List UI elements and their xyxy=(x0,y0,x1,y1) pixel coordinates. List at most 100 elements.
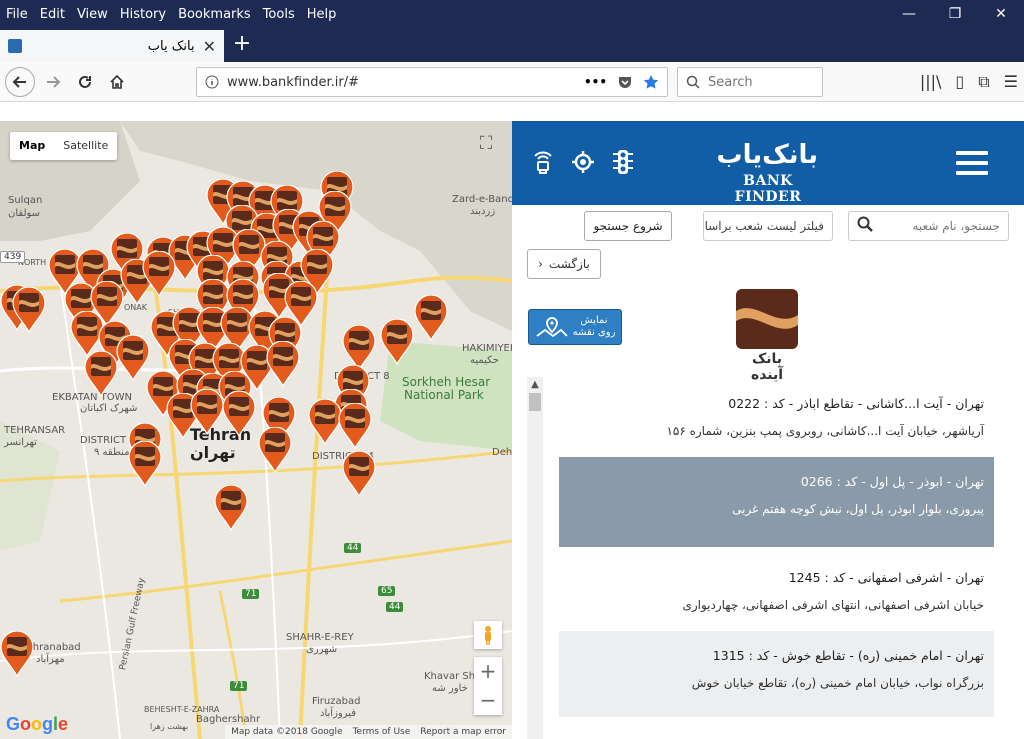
bank-marker-icon[interactable] xyxy=(258,427,292,473)
menu-tools[interactable]: Tools xyxy=(257,7,301,22)
search-input[interactable] xyxy=(708,74,808,90)
menu-history[interactable]: History xyxy=(114,7,172,22)
atm-icon[interactable] xyxy=(530,149,556,175)
minimize-button[interactable]: — xyxy=(886,0,932,28)
map-label-firuzabad: Firuzabad xyxy=(312,696,361,707)
tab-bar: بانک یاب ✕ + xyxy=(0,28,1024,62)
road-shield-71b: 71 xyxy=(230,681,248,691)
bank-marker-icon[interactable] xyxy=(0,631,34,677)
bookmark-star-icon[interactable] xyxy=(643,74,659,90)
bank-marker-icon[interactable] xyxy=(342,451,376,497)
back-to-list-button[interactable]: بازگشت ‹ xyxy=(527,249,601,279)
branch-search-field[interactable]: جستجو، نام شعبه xyxy=(848,211,1009,241)
result-item[interactable]: تهران - اشرفی اصفهانی - کد : 1245 خیابان… xyxy=(559,553,994,625)
menu-file[interactable]: File xyxy=(0,7,34,22)
filter-field[interactable]: فیلتر لیست شعب براساس xyxy=(703,211,833,241)
bank-marker-icon[interactable] xyxy=(414,295,448,341)
hamburger-menu-icon[interactable] xyxy=(956,151,988,175)
map-pane[interactable]: Sulqan سولقان Zard-e-Band زردبند EKBATAN… xyxy=(0,121,512,739)
bank-marker-icon[interactable] xyxy=(222,391,256,437)
toolbar-icons: |||\ ▯ ⧉ ☰ xyxy=(920,72,1018,92)
tab-bankfinder[interactable]: بانک یاب ✕ xyxy=(0,30,224,62)
bankfinder-logo[interactable]: بانک‌یاب BANK FINDER xyxy=(716,137,818,205)
report-error-link[interactable]: Report a map error xyxy=(420,725,506,739)
zoom-out-button[interactable]: − xyxy=(474,686,502,715)
pocket-icon[interactable] xyxy=(617,74,633,90)
search-icon xyxy=(686,75,700,89)
result-item[interactable]: تهران - آیت ا...کاشانی - تقاطع اباذر - ک… xyxy=(559,383,994,451)
map-label-baghershahr: Baghershahr xyxy=(196,714,261,725)
road-shield-71: 71 xyxy=(242,589,260,599)
close-window-button[interactable]: ✕ xyxy=(978,0,1024,28)
menu-help[interactable]: Help xyxy=(301,7,343,22)
forward-button[interactable] xyxy=(38,67,68,97)
page-actions-icon[interactable]: ••• xyxy=(584,75,607,89)
tab-close-icon[interactable]: ✕ xyxy=(203,37,216,56)
url-bar[interactable]: www.bankfinder.ir/# ••• xyxy=(196,67,668,97)
bank-marker-icon[interactable] xyxy=(266,341,300,387)
map-label-hakimiyeh: HAKIMIYEH xyxy=(462,343,512,354)
google-logo: Google xyxy=(6,714,69,734)
home-icon xyxy=(110,74,124,89)
scroll-thumb[interactable] xyxy=(529,393,541,411)
map-label-zardband-fa: زردبند xyxy=(470,206,496,217)
map-label-national-park: National Park xyxy=(404,388,484,402)
new-tab-button[interactable]: + xyxy=(230,32,254,56)
bank-marker-icon[interactable] xyxy=(308,399,342,445)
url-text[interactable]: www.bankfinder.ir/# xyxy=(219,75,584,90)
back-label: بازگشت xyxy=(548,257,590,271)
traffic-light-icon[interactable] xyxy=(610,149,636,175)
result-item[interactable]: تهران - امام خمینی (ره) - تقاطع خوش - کد… xyxy=(559,631,994,717)
results-scrollbar[interactable]: ▲ xyxy=(527,377,543,739)
menu-bookmarks[interactable]: Bookmarks xyxy=(172,7,257,22)
restore-button[interactable]: ❐ xyxy=(932,0,978,28)
bank-logo: بانک آینده xyxy=(734,289,800,383)
zoom-in-button[interactable]: + xyxy=(474,657,502,686)
map-label-district9-fa: منطقه ۹ xyxy=(94,447,130,458)
show-on-map-line2: روی نقشه xyxy=(572,327,616,338)
bank-marker-icon[interactable] xyxy=(338,403,372,449)
map-type-satellite[interactable]: Satellite xyxy=(54,132,117,160)
bank-marker-icon[interactable] xyxy=(190,389,224,435)
bank-marker-icon[interactable] xyxy=(380,319,414,365)
fullscreen-icon[interactable]: ⛶ xyxy=(473,130,499,156)
screenshot-icon[interactable]: ⧉ xyxy=(978,72,989,92)
bank-marker-icon[interactable] xyxy=(116,335,150,381)
bank-marker-icon[interactable] xyxy=(142,251,176,297)
pegman-icon[interactable] xyxy=(474,621,502,649)
nav-bar: www.bankfinder.ir/# ••• |||\ ▯ ⧉ ☰ xyxy=(0,62,1024,102)
search-icon[interactable] xyxy=(857,216,873,236)
bank-marker-icon[interactable] xyxy=(128,441,162,487)
ayandeh-logo-icon xyxy=(736,289,798,349)
sidebar-icon[interactable]: ▯ xyxy=(955,72,964,92)
bank-marker-icon[interactable] xyxy=(84,351,118,397)
back-button[interactable] xyxy=(5,67,35,97)
menu-view[interactable]: View xyxy=(71,7,114,22)
bank-marker-icon[interactable] xyxy=(12,287,46,333)
map-label-hakimiyeh-fa: حکیمیه xyxy=(470,355,499,366)
result-item-selected[interactable]: تهران - ابوذر - پل اول - کد : 0266 پیروز… xyxy=(559,457,994,547)
search-bar[interactable] xyxy=(677,67,823,97)
map-type-map[interactable]: Map xyxy=(10,132,54,160)
menu-edit[interactable]: Edit xyxy=(34,7,71,22)
results-list: تهران - آیت ا...کاشانی - تقاطع اباذر - ک… xyxy=(559,383,994,723)
map-label-tehran-fa: تهران xyxy=(190,443,236,462)
road-shield-65: 65 xyxy=(378,586,396,596)
info-icon[interactable] xyxy=(205,75,219,89)
result-address: آریاشهر، خیابان آیت ا...کاشانی، روبروی پ… xyxy=(666,424,984,438)
favicon-icon xyxy=(8,39,22,53)
result-address: پیروزی، بلوار ابوذر، پل اول، نبش کوچه هف… xyxy=(732,502,984,516)
start-search-button[interactable]: شروع جستجو xyxy=(584,211,672,241)
map-label-tehransar-fa: تهرانسر xyxy=(4,437,37,448)
window-controls: — ❐ ✕ xyxy=(886,0,1024,28)
show-on-map-button[interactable]: نمایش روی نقشه xyxy=(528,309,622,345)
reload-button[interactable] xyxy=(70,67,100,97)
home-button[interactable] xyxy=(102,67,132,97)
chevron-left-icon: ‹ xyxy=(538,257,543,271)
menu-icon[interactable]: ☰ xyxy=(1004,72,1018,92)
scroll-up-arrow-icon[interactable]: ▲ xyxy=(527,377,543,393)
bank-marker-icon[interactable] xyxy=(214,485,248,531)
locate-icon[interactable] xyxy=(570,149,596,175)
library-icon[interactable]: |||\ xyxy=(920,72,942,92)
terms-link[interactable]: Terms of Use xyxy=(353,725,411,739)
